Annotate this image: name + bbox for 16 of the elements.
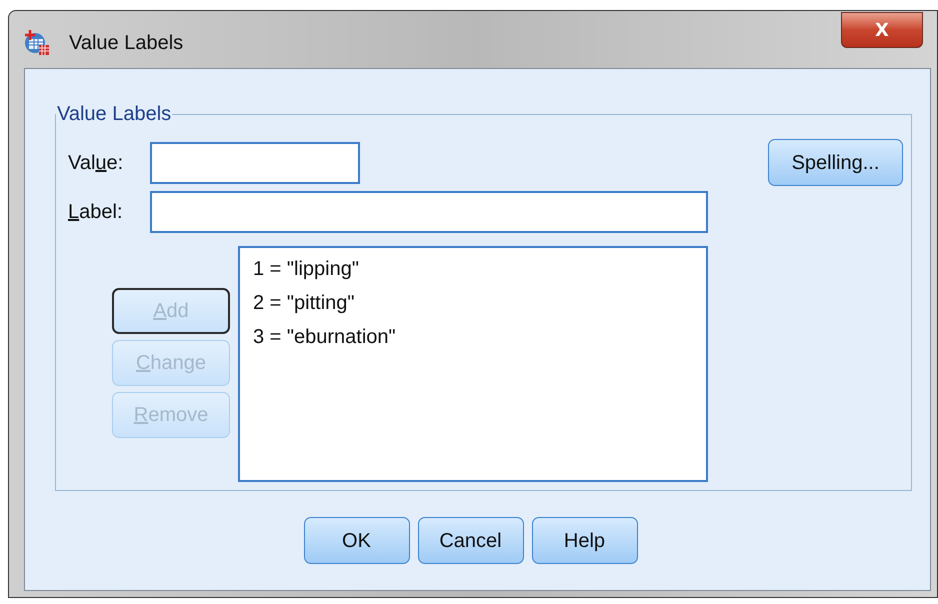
group-title: Value Labels — [56, 102, 172, 127]
window-title: Value Labels — [69, 31, 184, 56]
close-button[interactable]: X — [841, 12, 923, 48]
field-label: Value: — [68, 150, 124, 176]
ok-button[interactable]: OK — [304, 517, 410, 564]
field-label: Label: — [68, 200, 124, 225]
list-item[interactable]: 1 = "lipping" — [252, 254, 360, 284]
value-field[interactable] — [150, 142, 360, 184]
help-button[interactable]: Help — [532, 517, 638, 564]
value-list[interactable]: 1 = "lipping" 2 = "pitting" 3 = "eburnation" — [238, 246, 708, 482]
list-item[interactable]: 3 = "eburnation" — [252, 322, 397, 352]
spelling-button[interactable]: Spelling... — [768, 139, 903, 186]
cancel-button[interactable]: Cancel — [418, 517, 524, 564]
list-item[interactable]: 2 = "pitting" — [252, 288, 356, 318]
label-field[interactable] — [150, 191, 708, 233]
table-icon — [23, 29, 49, 55]
